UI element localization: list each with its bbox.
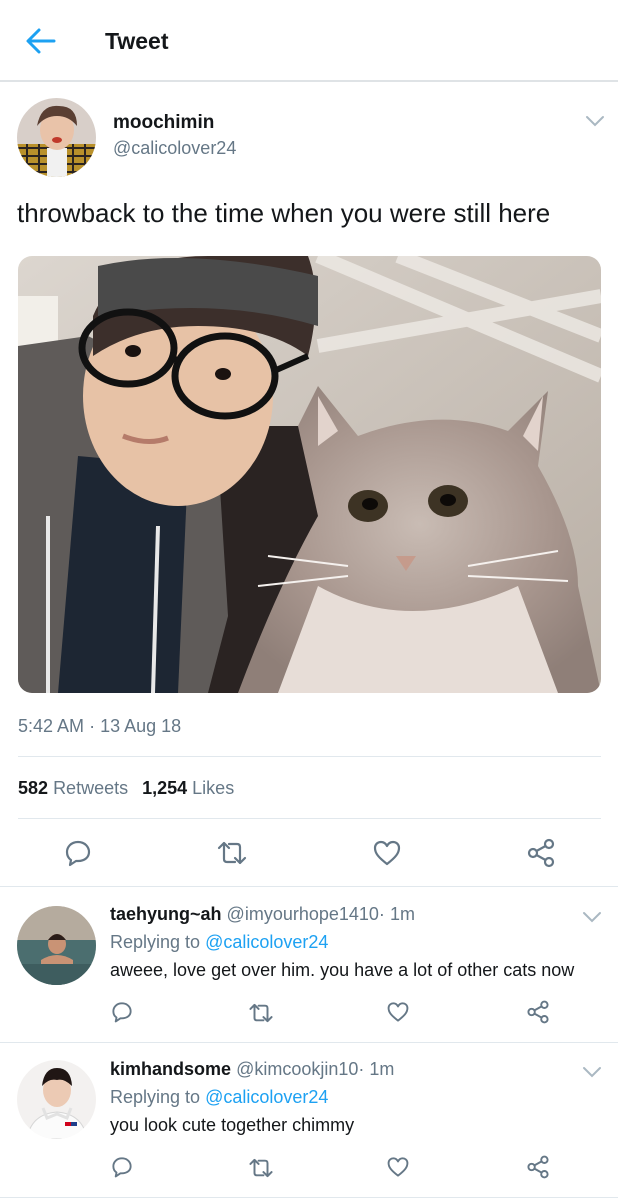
reply-author-name[interactable]: kimhandsome (110, 1059, 231, 1079)
reply-time: 1m (369, 1059, 395, 1079)
retweet-icon[interactable] (248, 1002, 274, 1029)
like-icon[interactable] (386, 1001, 410, 1028)
reply-time: 1m (389, 904, 415, 924)
replying-mention[interactable]: @calicolover24 (205, 1087, 328, 1107)
chevron-down-icon[interactable] (581, 1065, 603, 1079)
like-icon[interactable] (372, 839, 402, 872)
divider (0, 1042, 618, 1043)
replying-to: Replying to @calicolover24 (110, 932, 328, 953)
replying-to: Replying to @calicolover24 (110, 1087, 328, 1108)
reply-separator: · (358, 1059, 365, 1079)
divider (0, 1197, 618, 1198)
tweet-timestamp: 5:42 AM · 13 Aug 18 (18, 716, 181, 737)
chevron-down-icon[interactable] (581, 910, 603, 924)
tweet-photo[interactable] (18, 256, 601, 693)
retweet-icon[interactable] (248, 1157, 274, 1184)
reply-header: kimhandsome @kimcookjin10· 1m (110, 1059, 394, 1080)
reply-text: aweee, love get over him. you have a lot… (110, 960, 575, 980)
likes-count: 1,254 (142, 778, 188, 798)
timestamp-separator: · (89, 716, 96, 736)
share-icon[interactable] (526, 838, 556, 873)
divider (18, 756, 601, 757)
reply-separator: · (378, 904, 385, 924)
tweet-time: 5:42 AM (18, 716, 85, 736)
reply-author-name[interactable]: taehyung~ah (110, 904, 222, 924)
likes-label: Likes (192, 778, 235, 798)
tweet-date: 13 Aug 18 (100, 716, 182, 736)
likes-stat[interactable]: 1,254 Likes (142, 778, 234, 798)
reply-icon[interactable] (111, 1156, 133, 1183)
page-title: Tweet (105, 28, 169, 54)
author-handle[interactable]: @calicolover24 (113, 138, 236, 159)
reply-header: taehyung~ah @imyourhope1410· 1m (110, 904, 415, 925)
retweet-icon[interactable] (216, 840, 248, 871)
share-icon[interactable] (526, 1155, 550, 1184)
replying-label: Replying to (110, 1087, 201, 1107)
retweets-count: 582 (18, 778, 49, 798)
share-icon[interactable] (526, 1000, 550, 1029)
top-bar: Tweet (0, 0, 618, 82)
tweet-text: throwback to the time when you were stil… (17, 198, 551, 228)
author-avatar[interactable] (17, 98, 96, 177)
retweets-label: Retweets (53, 778, 129, 798)
like-icon[interactable] (386, 1156, 410, 1183)
reply-author-handle[interactable]: @imyourhope1410 (227, 904, 379, 924)
replying-label: Replying to (110, 932, 201, 952)
reply-icon[interactable] (111, 1001, 133, 1028)
retweets-stat[interactable]: 582 Retweets (18, 778, 128, 798)
chevron-down-icon[interactable] (584, 114, 606, 128)
reply-text: you look cute together chimmy (110, 1115, 355, 1135)
replying-mention[interactable]: @calicolover24 (205, 932, 328, 952)
reply-avatar[interactable] (17, 1060, 96, 1139)
divider (18, 818, 601, 819)
back-arrow-icon[interactable] (24, 26, 58, 56)
divider (0, 886, 618, 887)
reply-author-handle[interactable]: @kimcookjin10 (236, 1059, 358, 1079)
reply-icon[interactable] (64, 839, 92, 872)
tweet-stats: 582 Retweets 1,254 Likes (18, 778, 234, 799)
author-name[interactable]: moochimin (113, 112, 214, 134)
reply-avatar[interactable] (17, 906, 96, 985)
